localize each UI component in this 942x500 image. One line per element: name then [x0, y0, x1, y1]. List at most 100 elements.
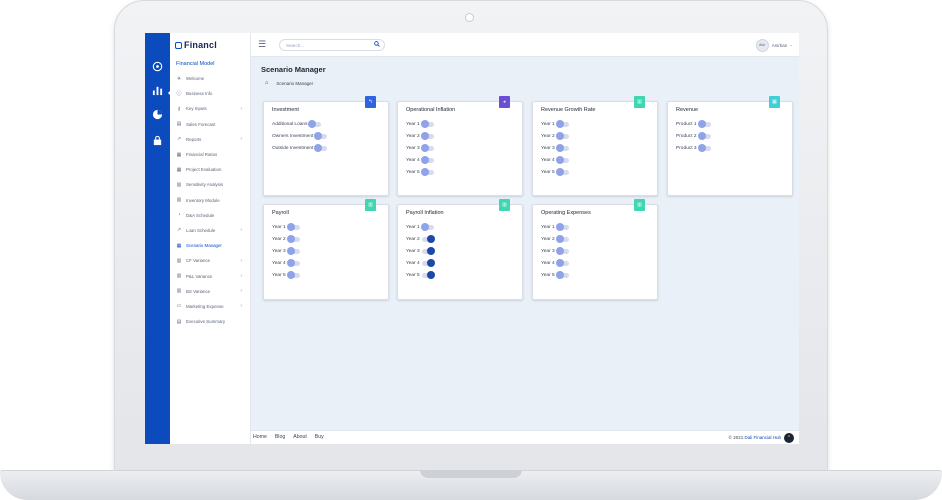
- toggle-knob: [697, 119, 706, 128]
- scenario-toggle[interactable]: [286, 222, 300, 231]
- sidebar-item[interactable]: ⓘ Business Info: [170, 86, 250, 101]
- scenario-toggle[interactable]: [421, 234, 435, 243]
- sidebar-item[interactable]: ▦ Scenario Manager: [170, 238, 250, 253]
- scenario-row: Year 5: [406, 269, 435, 281]
- chevron-right-icon[interactable]: ›: [240, 106, 242, 112]
- lock-icon[interactable]: [152, 135, 163, 146]
- scenario-toggle[interactable]: [314, 131, 328, 140]
- toggle-knob: [555, 258, 564, 267]
- table-icon: ▥: [176, 288, 182, 295]
- scenario-toggle[interactable]: [555, 246, 569, 255]
- pie-chart-icon[interactable]: [152, 109, 163, 120]
- sidebar-item-label: Inventory Module: [186, 197, 220, 203]
- scenario-toggle[interactable]: [555, 143, 569, 152]
- scroll-to-top-icon[interactable]: ⌃: [784, 433, 794, 443]
- scenario-toggle[interactable]: [555, 222, 569, 231]
- sidebar-item[interactable]: ▤ Sales Forecast: [170, 117, 250, 132]
- scenario-toggle[interactable]: [421, 258, 435, 267]
- scenario-toggle[interactable]: [420, 155, 434, 164]
- toggle-knob: [555, 143, 564, 152]
- sidebar-item[interactable]: ⚷ Key Inputs ›: [170, 101, 250, 116]
- scenario-toggle[interactable]: [421, 270, 435, 279]
- sidebar-item[interactable]: ▦ Financial Ratios: [170, 147, 250, 162]
- scenario-toggle[interactable]: [555, 131, 569, 140]
- scenario-toggle[interactable]: [421, 246, 435, 255]
- scenario-toggle[interactable]: [555, 167, 569, 176]
- card-rows: Year 1 Year 2 Year 3 Year 4 Year 5: [272, 221, 300, 281]
- scenario-toggle[interactable]: [308, 119, 322, 128]
- scenario-toggle[interactable]: [555, 270, 569, 279]
- sidebar-item[interactable]: ▥ P&L Variance ›: [170, 268, 250, 283]
- palette-icon[interactable]: [152, 61, 163, 72]
- scenario-toggle[interactable]: [555, 119, 569, 128]
- footer-link[interactable]: Blog: [275, 434, 285, 440]
- chevron-right-icon[interactable]: ›: [240, 227, 242, 233]
- chevron-right-icon[interactable]: ›: [240, 273, 242, 279]
- home-icon[interactable]: ⌂: [265, 80, 268, 86]
- app-logo[interactable]: Financl: [175, 40, 217, 50]
- toggle-knob: [286, 258, 295, 267]
- pie-icon: ◕: [499, 96, 510, 108]
- chevron-right-icon[interactable]: ›: [240, 303, 242, 309]
- scenario-toggle[interactable]: [697, 119, 711, 128]
- chevron-down-icon[interactable]: ⌄: [789, 42, 793, 48]
- scenario-row: Outside Investment: [272, 142, 328, 154]
- sidebar-item[interactable]: ✈ Welcome: [170, 71, 250, 86]
- chevron-right-icon[interactable]: ›: [240, 288, 242, 294]
- toggle-knob: [555, 167, 564, 176]
- scenario-toggle[interactable]: [420, 131, 434, 140]
- trend-icon: ↗: [176, 136, 182, 143]
- scenario-toggle[interactable]: [286, 270, 300, 279]
- scenario-row: Product 2: [676, 130, 711, 142]
- sidebar-item-label: BS Variance: [186, 288, 211, 294]
- scenario-toggle[interactable]: [286, 258, 300, 267]
- scenario-toggle[interactable]: [555, 234, 569, 243]
- footer-link[interactable]: About: [293, 434, 307, 440]
- scenario-toggle[interactable]: [697, 143, 711, 152]
- toggle-knob: [697, 131, 706, 140]
- footer-link[interactable]: Home: [253, 434, 267, 440]
- scenario-row: Year 3: [406, 142, 434, 154]
- scenario-row: Year 2: [406, 130, 434, 142]
- hamburger-menu-icon[interactable]: ☰: [258, 39, 266, 50]
- scenario-toggle[interactable]: [420, 222, 434, 231]
- scenario-toggle[interactable]: [697, 131, 711, 140]
- search-input[interactable]: [286, 41, 366, 50]
- scenario-toggle[interactable]: [286, 246, 300, 255]
- toggle-knob: [555, 155, 564, 164]
- chevron-right-icon[interactable]: ›: [240, 136, 242, 142]
- sidebar-item[interactable]: ▥ BS Variance ›: [170, 284, 250, 299]
- user-menu[interactable]: Anir Anirban ⌄: [755, 38, 793, 52]
- toggle-knob: [286, 246, 295, 255]
- scenario-row-label: Year 1: [272, 224, 286, 230]
- scenario-toggle[interactable]: [555, 258, 569, 267]
- scenario-toggle[interactable]: [420, 167, 434, 176]
- scenario-toggle[interactable]: [555, 155, 569, 164]
- avatar[interactable]: Anir: [755, 38, 769, 52]
- scenario-card: Operating Expenses ▥ Year 1 Year 2 Year 3 Yea…: [532, 199, 658, 300]
- sidebar-item[interactable]: ▥ Sensitivity Analysis: [170, 177, 250, 192]
- scenario-toggle[interactable]: [286, 234, 300, 243]
- scenario-row-label: Year 1: [406, 121, 420, 127]
- scenario-toggle[interactable]: [420, 143, 434, 152]
- scenario-toggle[interactable]: [420, 119, 434, 128]
- sidebar-item[interactable]: ▥ Inventory Module: [170, 193, 250, 208]
- footer-link[interactable]: Buy: [315, 434, 324, 440]
- sidebar-item[interactable]: ↗ Loan Schedule ›: [170, 223, 250, 238]
- sidebar-item[interactable]: ▥ CF Variance ›: [170, 253, 250, 268]
- sidebar-item-label: Key Inputs: [186, 106, 207, 112]
- sidebar-item[interactable]: ↗ Reports ›: [170, 132, 250, 147]
- topbar: ☰ Anir Anirban ⌄: [251, 33, 799, 57]
- copyright-brand-link[interactable]: Dali Financial Hub: [744, 435, 781, 440]
- scenario-toggle[interactable]: [314, 143, 328, 152]
- scenario-row-label: Year 2: [406, 133, 420, 139]
- sidebar-item[interactable]: ▤ Executive Summary: [170, 314, 250, 329]
- app-screen: Financl Financial Model ✈ Welcome ⓘ Busines…: [145, 33, 799, 444]
- bar-chart-icon[interactable]: [152, 85, 163, 96]
- search-icon[interactable]: [374, 41, 380, 49]
- sidebar-item-label: P&L Variance: [186, 273, 213, 279]
- sidebar-item[interactable]: ◔ D&A Schedule: [170, 208, 250, 223]
- chevron-right-icon[interactable]: ›: [240, 258, 242, 264]
- sidebar-item[interactable]: ▭ Marketing Expense ›: [170, 299, 250, 314]
- sidebar-item[interactable]: ▦ Project Evaluation: [170, 162, 250, 177]
